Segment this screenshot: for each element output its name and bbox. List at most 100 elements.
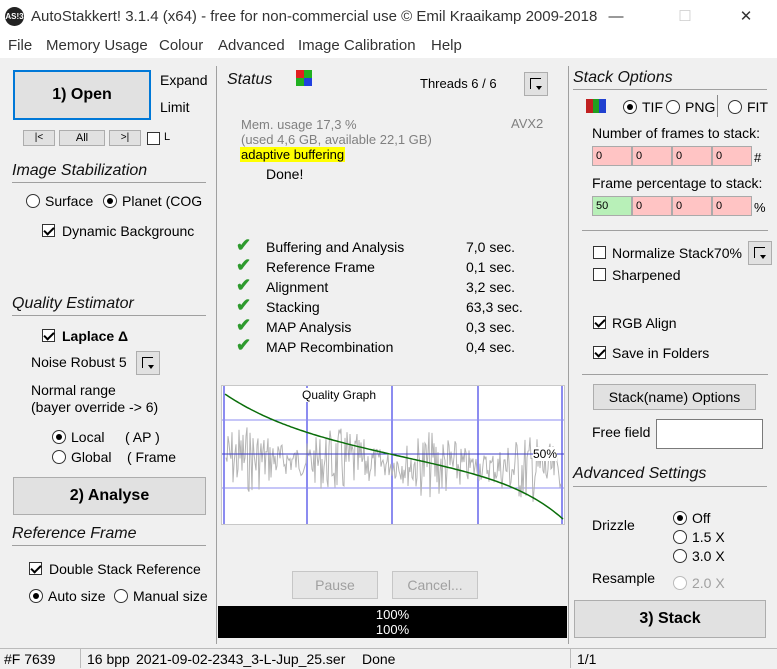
percentage-field-3[interactable]: 0	[672, 196, 712, 216]
first-frame-button[interactable]: |<	[23, 130, 55, 146]
minimize-button[interactable]: —	[593, 0, 639, 34]
tif-radio[interactable]	[623, 100, 637, 114]
global-radio[interactable]	[52, 450, 66, 464]
image-stabilization-title: Image Stabilization	[12, 162, 148, 179]
percentage-field-2[interactable]: 0	[632, 196, 672, 216]
step-time: 7,0 sec.	[466, 239, 516, 255]
quality-graph: Quality Graph 50%	[221, 385, 565, 525]
percentage-field-1[interactable]: 50	[592, 196, 632, 216]
dynamic-background-label: Dynamic Backgrounc	[62, 223, 195, 239]
drizzle-3x-radio[interactable]	[673, 549, 687, 563]
frames-field-1[interactable]: 0	[592, 146, 632, 166]
fit-radio[interactable]	[728, 100, 742, 114]
drizzle-1-5x-label: 1.5 X	[692, 529, 725, 545]
threads-stepper[interactable]	[524, 72, 548, 96]
auto-size-radio[interactable]	[29, 589, 43, 603]
close-button[interactable]: ✕	[723, 0, 769, 34]
manual-size-radio[interactable]	[114, 589, 128, 603]
step-check-icon: ✔	[236, 295, 252, 315]
maximize-button[interactable]: ☐	[662, 0, 708, 34]
surface-radio[interactable]	[26, 194, 40, 208]
drizzle-3x-label: 3.0 X	[692, 548, 725, 564]
sharpened-label: Sharpened	[612, 267, 681, 283]
done-label: Done!	[266, 166, 304, 182]
analyse-button[interactable]: 2) Analyse	[13, 477, 206, 515]
step-check-icon: ✔	[236, 235, 252, 255]
frames-field-2[interactable]: 0	[632, 146, 672, 166]
pause-button[interactable]: Pause	[292, 571, 378, 599]
progress-text-2: 100%	[375, 622, 410, 637]
stack-options-title: Stack Options	[573, 69, 673, 86]
step-check-icon: ✔	[236, 335, 252, 355]
menu-colour[interactable]: Colour	[159, 37, 203, 54]
step-name: Reference Frame	[266, 259, 375, 275]
cancel-button[interactable]: Cancel...	[392, 571, 478, 599]
png-radio[interactable]	[666, 100, 680, 114]
file-name: 2021-09-02-2343_3-L-Jup_25.ser	[136, 651, 346, 667]
stack-button[interactable]: 3) Stack	[574, 600, 766, 638]
planet-radio[interactable]	[103, 194, 117, 208]
normalize-stepper[interactable]	[748, 241, 772, 265]
normalize-stack-checkbox[interactable]	[593, 246, 606, 259]
statusbar-separator	[570, 649, 571, 668]
frame-count: #F 7639	[4, 651, 56, 667]
page-indicator: 1/1	[577, 651, 597, 667]
rgb-align-checkbox[interactable]	[593, 316, 606, 329]
step-time: 0,3 sec.	[466, 319, 516, 335]
memory-detail-text: (used 4,6 GB, available 22,1 GB)	[241, 132, 432, 147]
advanced-settings-title: Advanced Settings	[573, 465, 707, 482]
open-button[interactable]: 1) Open	[13, 70, 151, 120]
percentage-field-4[interactable]: 0	[712, 196, 752, 216]
laplace-checkbox[interactable]	[42, 329, 55, 342]
local-ap-label: ( AP )	[125, 429, 160, 445]
quality-estimator-title: Quality Estimator	[12, 295, 134, 312]
panel-divider-right	[568, 66, 569, 644]
section-divider	[12, 545, 206, 546]
l-label: L	[164, 131, 171, 143]
menu-help[interactable]: Help	[431, 37, 462, 54]
noise-robust-label: Noise Robust 5	[31, 354, 127, 370]
drizzle-off-radio[interactable]	[673, 511, 687, 525]
last-frame-button[interactable]: >|	[109, 130, 141, 146]
threads-label: Threads 6 / 6	[420, 76, 497, 91]
frames-field-4[interactable]: 0	[712, 146, 752, 166]
all-frames-button[interactable]: All	[59, 130, 105, 146]
expand-link[interactable]: Expand	[160, 72, 207, 88]
resample-2x-radio[interactable]	[673, 576, 687, 590]
menu-file[interactable]: File	[8, 37, 32, 54]
quality-graph-title: Quality Graph	[300, 388, 379, 402]
rgb-color-icon	[586, 99, 607, 113]
local-radio[interactable]	[52, 430, 66, 444]
frames-hash: #	[754, 150, 762, 165]
frames-field-3[interactable]: 0	[672, 146, 712, 166]
stack-name-options-button[interactable]: Stack(name) Options	[593, 384, 756, 410]
app-icon: AS!3	[5, 7, 24, 26]
statusbar-separator	[80, 649, 81, 668]
planet-label: Planet (COG	[122, 193, 203, 209]
surface-label: Surface	[45, 193, 94, 209]
bit-depth: 16 bpp	[87, 651, 130, 667]
section-divider	[582, 374, 768, 375]
l-checkbox[interactable]	[147, 132, 160, 145]
save-in-folders-checkbox[interactable]	[593, 346, 606, 359]
memory-usage-text: Mem. usage 17,3 %	[241, 117, 357, 132]
free-field-input[interactable]	[656, 419, 763, 449]
step-name: MAP Analysis	[266, 319, 352, 335]
limit-link[interactable]: Limit	[160, 99, 190, 115]
drizzle-1-5x-radio[interactable]	[673, 530, 687, 544]
menu-memory-usage[interactable]: Memory Usage	[46, 37, 148, 54]
resample-2x-label: 2.0 X	[692, 575, 725, 591]
dynamic-background-checkbox[interactable]	[42, 224, 55, 237]
double-stack-reference-label: Double Stack Reference	[49, 561, 201, 577]
noise-robust-stepper[interactable]	[136, 351, 160, 375]
sharpened-checkbox[interactable]	[593, 268, 606, 281]
process-state: Done	[362, 651, 396, 667]
step-time: 0,1 sec.	[466, 259, 516, 275]
normal-range-label: Normal range	[31, 382, 116, 398]
step-name: Stacking	[266, 299, 320, 315]
double-stack-reference-checkbox[interactable]	[29, 562, 42, 575]
menu-image-calibration[interactable]: Image Calibration	[298, 37, 416, 54]
normalize-stack-label: Normalize Stack70%	[612, 245, 742, 261]
menu-advanced[interactable]: Advanced	[218, 37, 285, 54]
bayer-override-label: (bayer override -> 6)	[31, 399, 159, 415]
